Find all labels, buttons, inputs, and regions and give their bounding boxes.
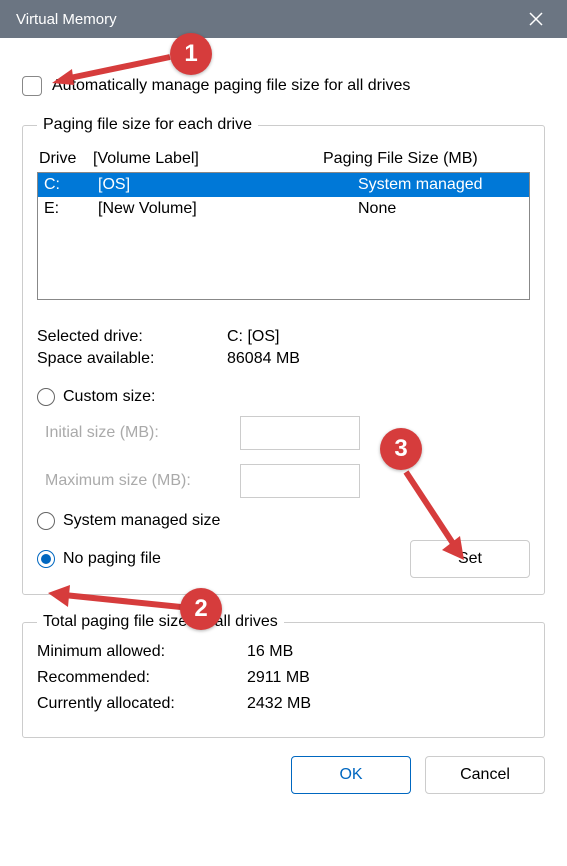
header-drive: Drive bbox=[39, 150, 93, 168]
min-allowed-value: 16 MB bbox=[247, 643, 293, 661]
header-volume: [Volume Label] bbox=[93, 150, 323, 168]
system-managed-label: System managed size bbox=[63, 512, 220, 530]
close-button[interactable] bbox=[513, 0, 559, 38]
callout-arrow-1 bbox=[50, 49, 175, 89]
no-paging-radio-row[interactable]: No paging file bbox=[37, 550, 161, 568]
drive-row[interactable]: E: [New Volume] None bbox=[38, 197, 529, 221]
drive-size: System managed bbox=[358, 176, 523, 194]
min-allowed-label: Minimum allowed: bbox=[37, 643, 247, 661]
titlebar: Virtual Memory bbox=[0, 0, 567, 38]
drives-legend: Paging file size for each drive bbox=[37, 116, 258, 134]
drive-size: None bbox=[358, 200, 523, 218]
no-paging-label: No paging file bbox=[63, 550, 161, 568]
maximum-size-input[interactable] bbox=[240, 464, 360, 498]
recommended-label: Recommended: bbox=[37, 669, 247, 687]
button-bar: OK Cancel bbox=[22, 756, 545, 794]
auto-manage-checkbox[interactable] bbox=[22, 76, 42, 96]
selected-drive-label: Selected drive: bbox=[37, 328, 227, 346]
callout-arrow-2 bbox=[46, 583, 186, 623]
currently-allocated-value: 2432 MB bbox=[247, 695, 311, 713]
drive-row[interactable]: C: [OS] System managed bbox=[38, 173, 529, 197]
space-available-value: 86084 MB bbox=[227, 350, 530, 368]
initial-size-label: Initial size (MB): bbox=[45, 424, 240, 442]
drive-letter: C: bbox=[44, 176, 98, 194]
system-managed-radio[interactable] bbox=[37, 512, 55, 530]
ok-button[interactable]: OK bbox=[291, 756, 411, 794]
dialog-content: Automatically manage paging file size fo… bbox=[0, 38, 567, 816]
custom-size-label: Custom size: bbox=[63, 388, 155, 406]
totals-group: Total paging file size for all drives Mi… bbox=[22, 613, 545, 738]
selected-drive-value: C: [OS] bbox=[227, 328, 530, 346]
drive-headers: Drive [Volume Label] Paging File Size (M… bbox=[37, 146, 530, 172]
recommended-value: 2911 MB bbox=[247, 669, 310, 687]
callout-badge-2: 2 bbox=[180, 588, 222, 630]
callout-badge-3: 3 bbox=[380, 428, 422, 470]
callout-badge-1: 1 bbox=[170, 33, 212, 75]
custom-size-radio[interactable] bbox=[37, 388, 55, 406]
custom-size-radio-row[interactable]: Custom size: bbox=[37, 388, 530, 406]
maximum-size-label: Maximum size (MB): bbox=[45, 472, 240, 490]
drive-letter: E: bbox=[44, 200, 98, 218]
currently-allocated-label: Currently allocated: bbox=[37, 695, 247, 713]
initial-size-input[interactable] bbox=[240, 416, 360, 450]
no-paging-radio[interactable] bbox=[37, 550, 55, 568]
header-size: Paging File Size (MB) bbox=[323, 150, 528, 168]
cancel-button[interactable]: Cancel bbox=[425, 756, 545, 794]
drive-volume: [OS] bbox=[98, 176, 358, 194]
drive-list[interactable]: C: [OS] System managed E: [New Volume] N… bbox=[37, 172, 530, 300]
callout-arrow-3 bbox=[398, 466, 478, 566]
drive-volume: [New Volume] bbox=[98, 200, 358, 218]
close-icon bbox=[529, 12, 543, 26]
selected-info: Selected drive: C: [OS] Space available:… bbox=[37, 328, 530, 368]
window-title: Virtual Memory bbox=[16, 11, 513, 28]
space-available-label: Space available: bbox=[37, 350, 227, 368]
